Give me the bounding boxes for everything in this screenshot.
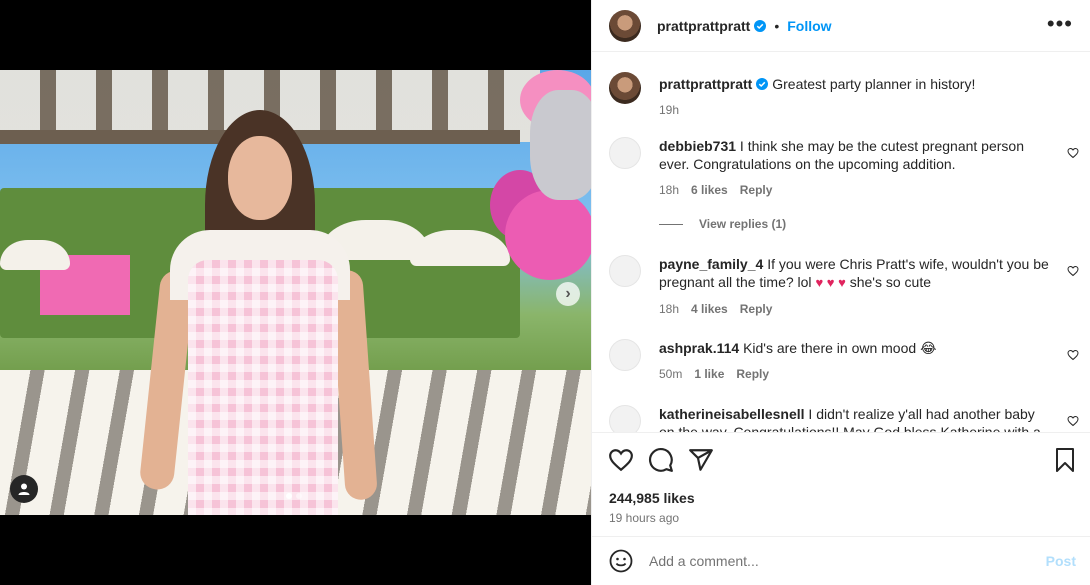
add-comment-bar: Post: [592, 536, 1090, 585]
header-user: prattprattpratt • Follow: [657, 18, 832, 34]
comment-text: Kid's are there in own mood: [743, 340, 917, 356]
comment-icon[interactable]: [648, 447, 674, 473]
media-pane: ›: [0, 0, 591, 585]
chevron-right-icon: ›: [565, 285, 571, 302]
avatar[interactable]: [609, 137, 641, 169]
comment-item: payne_family_4 If you were Chris Pratt's…: [609, 255, 1079, 318]
comment-username[interactable]: debbieb731: [659, 138, 736, 154]
carousel-indicator: [286, 493, 302, 499]
post-photo[interactable]: [0, 70, 591, 515]
comment-meta: 18h 6 likes Reply: [659, 181, 1054, 199]
action-bar: 244,985 likes 19 hours ago: [592, 432, 1090, 536]
comment-likes[interactable]: 6 likes: [691, 181, 728, 199]
comment-likes[interactable]: 1 like: [694, 365, 724, 383]
post-side-pane: prattprattpratt • Follow ••• prattprattp…: [591, 0, 1090, 585]
caption-text: Greatest party planner in history!: [772, 76, 976, 92]
heart-icon[interactable]: [1067, 265, 1079, 277]
emoji-icon[interactable]: [609, 549, 633, 573]
heart-icon[interactable]: [1067, 349, 1079, 361]
comment-time: 18h: [659, 183, 680, 197]
post-button[interactable]: Post: [1046, 553, 1076, 569]
comment-item: debbieb731 I think she may be the cutest…: [609, 137, 1079, 199]
person: [138, 100, 378, 515]
caption-username[interactable]: prattprattpratt: [659, 76, 752, 92]
avatar[interactable]: [609, 9, 641, 42]
avatar[interactable]: [609, 405, 641, 432]
comment-item: ashprak.114 Kid's are there in own mood …: [609, 339, 1079, 383]
overalls: [188, 260, 338, 515]
umbrella: [0, 240, 70, 270]
comment-item: katherineisabellesnell I didn't realize …: [609, 405, 1079, 432]
action-icons: [608, 447, 714, 473]
comment-body: ashprak.114 Kid's are there in own mood …: [659, 339, 1054, 383]
comment-body: debbieb731 I think she may be the cutest…: [659, 137, 1054, 199]
silver-balloon: [530, 90, 591, 200]
separator-dot: •: [774, 17, 780, 34]
caption-meta: 19h: [659, 101, 1054, 119]
caption: prattprattpratt Greatest party planner i…: [609, 72, 1079, 119]
post-dialog: › prattprattpratt • Follow ••• prattprat…: [0, 0, 1090, 585]
verified-badge-icon: [756, 78, 769, 90]
comment-text-after: she's so cute: [849, 274, 931, 290]
comment-body: payne_family_4 If you were Chris Pratt's…: [659, 255, 1054, 318]
carousel-dot: [286, 493, 292, 499]
comment-meta: 50m 1 like Reply: [659, 365, 1054, 383]
reply-button[interactable]: Reply: [740, 300, 773, 318]
comment-time: 50m: [659, 367, 683, 381]
comment-likes[interactable]: 4 likes: [691, 300, 728, 318]
view-replies-button[interactable]: View replies (1): [659, 217, 786, 231]
heart-icon[interactable]: [1067, 415, 1079, 427]
comment-body: katherineisabellesnell I didn't realize …: [659, 405, 1054, 432]
caption-time: 19h: [659, 103, 680, 117]
user-icon: [18, 483, 30, 495]
face: [228, 136, 292, 220]
follow-button[interactable]: Follow: [787, 18, 831, 34]
like-heart-icon[interactable]: [608, 447, 634, 473]
tagged-users-button[interactable]: [10, 475, 38, 503]
username-link[interactable]: prattprattpratt: [657, 18, 750, 34]
share-icon[interactable]: [688, 447, 714, 473]
next-image-button[interactable]: ›: [556, 282, 580, 306]
reply-button[interactable]: Reply: [736, 365, 769, 383]
heart-icon[interactable]: [1067, 147, 1079, 159]
comment-meta: 18h 4 likes Reply: [659, 300, 1054, 318]
comment-username[interactable]: payne_family_4: [659, 256, 763, 272]
red-heart-emoji: ♥ ♥ ♥: [815, 275, 846, 290]
carousel-dot: [296, 493, 302, 499]
post-header: prattprattpratt • Follow •••: [592, 0, 1090, 52]
divider-line: [659, 223, 683, 225]
laughing-emoji: 😂: [920, 340, 937, 356]
comments-list[interactable]: prattprattpratt Greatest party planner i…: [592, 52, 1090, 432]
bookmark-icon[interactable]: [1053, 447, 1077, 473]
caption-body: prattprattpratt Greatest party planner i…: [659, 72, 1054, 119]
verified-badge-icon: [754, 19, 767, 32]
avatar[interactable]: [609, 72, 641, 104]
avatar[interactable]: [609, 339, 641, 371]
more-options-icon[interactable]: •••: [1047, 13, 1073, 35]
avatar[interactable]: [609, 255, 641, 287]
likes-count[interactable]: 244,985 likes: [609, 490, 695, 506]
view-replies-label: View replies (1): [699, 217, 787, 231]
balloon: [505, 190, 591, 280]
comment-username[interactable]: ashprak.114: [659, 340, 739, 356]
reply-button[interactable]: Reply: [740, 181, 773, 199]
comment-time: 18h: [659, 302, 680, 316]
comment-input[interactable]: [649, 553, 1029, 569]
comment-username[interactable]: katherineisabellesnell: [659, 406, 805, 422]
post-time: 19 hours ago: [609, 511, 680, 525]
